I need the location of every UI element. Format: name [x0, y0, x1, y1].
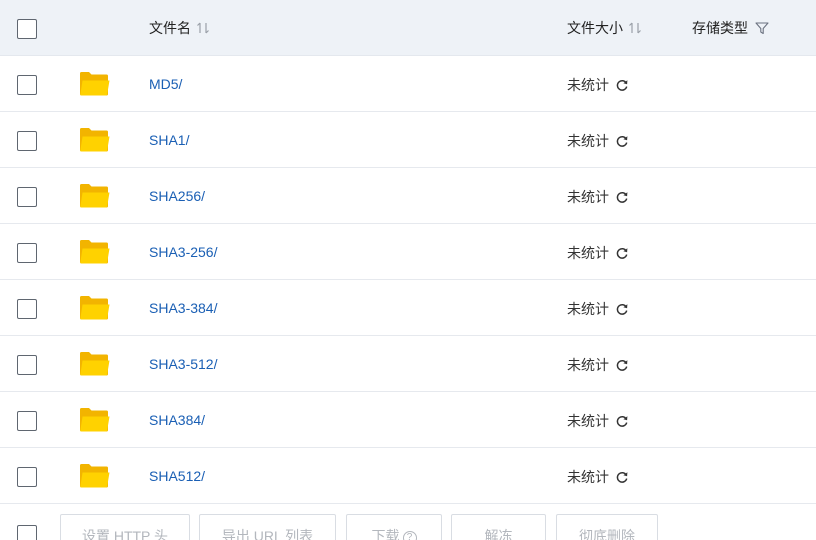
select-all-checkbox[interactable]: [17, 19, 37, 39]
column-header-size: 文件大小: [567, 18, 642, 38]
table-row[interactable]: SHA1/未统计: [0, 112, 816, 168]
file-size-value: 未统计: [567, 77, 609, 93]
refresh-icon[interactable]: [615, 414, 629, 428]
bulk-action-toolbar: 设置 HTTP 头 导出 URL 列表 下载? 解冻 彻底删除: [0, 504, 816, 540]
file-size-cell: 未统计: [567, 75, 629, 95]
table-row[interactable]: MD5/未统计: [0, 56, 816, 112]
folder-icon[interactable]: [79, 238, 110, 265]
folder-icon[interactable]: [79, 126, 110, 153]
table-row[interactable]: SHA3-512/未统计: [0, 336, 816, 392]
folder-icon[interactable]: [79, 182, 110, 209]
sort-icon[interactable]: [196, 21, 210, 35]
file-size-value: 未统计: [567, 189, 609, 205]
delete-permanently-label: 彻底删除: [579, 528, 635, 540]
refresh-icon[interactable]: [615, 470, 629, 484]
row-checkbox[interactable]: [17, 187, 37, 207]
folder-icon[interactable]: [79, 462, 110, 489]
file-size-cell: 未统计: [567, 299, 629, 319]
file-size-value: 未统计: [567, 301, 609, 317]
help-icon[interactable]: ?: [402, 531, 417, 540]
file-size-cell: 未统计: [567, 243, 629, 263]
file-size-cell: 未统计: [567, 355, 629, 375]
folder-name-link[interactable]: SHA512/: [149, 468, 205, 484]
file-size-cell: 未统计: [567, 131, 629, 151]
file-size-cell: 未统计: [567, 187, 629, 207]
folder-name-link[interactable]: SHA256/: [149, 188, 205, 204]
table-header: 文件名 文件大小 存储类型: [0, 0, 816, 56]
column-header-type-label: 存储类型: [692, 20, 748, 36]
file-size-cell: 未统计: [567, 411, 629, 431]
sort-icon[interactable]: [628, 21, 642, 35]
row-checkbox[interactable]: [17, 299, 37, 319]
download-label: 下载: [371, 528, 400, 540]
folder-icon[interactable]: [79, 294, 110, 321]
file-size-cell: 未统计: [567, 467, 629, 487]
row-checkbox[interactable]: [17, 467, 37, 487]
column-header-type: 存储类型: [692, 18, 769, 38]
row-checkbox[interactable]: [17, 131, 37, 151]
unfreeze-label: 解冻: [484, 528, 513, 540]
table-row[interactable]: SHA3-384/未统计: [0, 280, 816, 336]
folder-icon[interactable]: [79, 350, 110, 377]
refresh-icon[interactable]: [615, 358, 629, 372]
folder-name-link[interactable]: SHA3-384/: [149, 300, 217, 316]
set-http-header-label: 设置 HTTP 头: [81, 528, 169, 540]
column-header-name-label: 文件名: [149, 20, 191, 36]
file-size-value: 未统计: [567, 245, 609, 261]
refresh-icon[interactable]: [615, 246, 629, 260]
row-checkbox[interactable]: [17, 75, 37, 95]
folder-name-link[interactable]: MD5/: [149, 76, 182, 92]
file-size-value: 未统计: [567, 413, 609, 429]
export-url-list-button[interactable]: 导出 URL 列表: [199, 514, 336, 540]
table-row[interactable]: SHA3-256/未统计: [0, 224, 816, 280]
filter-icon[interactable]: [755, 21, 769, 35]
table-row[interactable]: SHA256/未统计: [0, 168, 816, 224]
file-size-value: 未统计: [567, 133, 609, 149]
refresh-icon[interactable]: [615, 78, 629, 92]
unfreeze-button[interactable]: 解冻: [451, 514, 546, 540]
folder-name-link[interactable]: SHA3-256/: [149, 244, 217, 260]
set-http-header-button[interactable]: 设置 HTTP 头: [60, 514, 190, 540]
table-row[interactable]: SHA512/未统计: [0, 448, 816, 504]
refresh-icon[interactable]: [615, 302, 629, 316]
column-header-size-label: 文件大小: [567, 20, 623, 36]
select-all-bottom-checkbox[interactable]: [17, 525, 37, 540]
folder-icon[interactable]: [79, 406, 110, 433]
table-row[interactable]: SHA384/未统计: [0, 392, 816, 448]
file-size-value: 未统计: [567, 469, 609, 485]
row-checkbox[interactable]: [17, 243, 37, 263]
row-checkbox[interactable]: [17, 411, 37, 431]
refresh-icon[interactable]: [615, 190, 629, 204]
folder-name-link[interactable]: SHA3-512/: [149, 356, 217, 372]
delete-permanently-button[interactable]: 彻底删除: [556, 514, 658, 540]
folder-name-link[interactable]: SHA384/: [149, 412, 205, 428]
folder-icon[interactable]: [79, 70, 110, 97]
refresh-icon[interactable]: [615, 134, 629, 148]
file-size-value: 未统计: [567, 357, 609, 373]
column-header-name: 文件名: [149, 18, 210, 38]
download-button[interactable]: 下载?: [346, 514, 442, 540]
row-checkbox[interactable]: [17, 355, 37, 375]
folder-name-link[interactable]: SHA1/: [149, 132, 189, 148]
export-url-list-label: 导出 URL 列表: [221, 528, 314, 540]
